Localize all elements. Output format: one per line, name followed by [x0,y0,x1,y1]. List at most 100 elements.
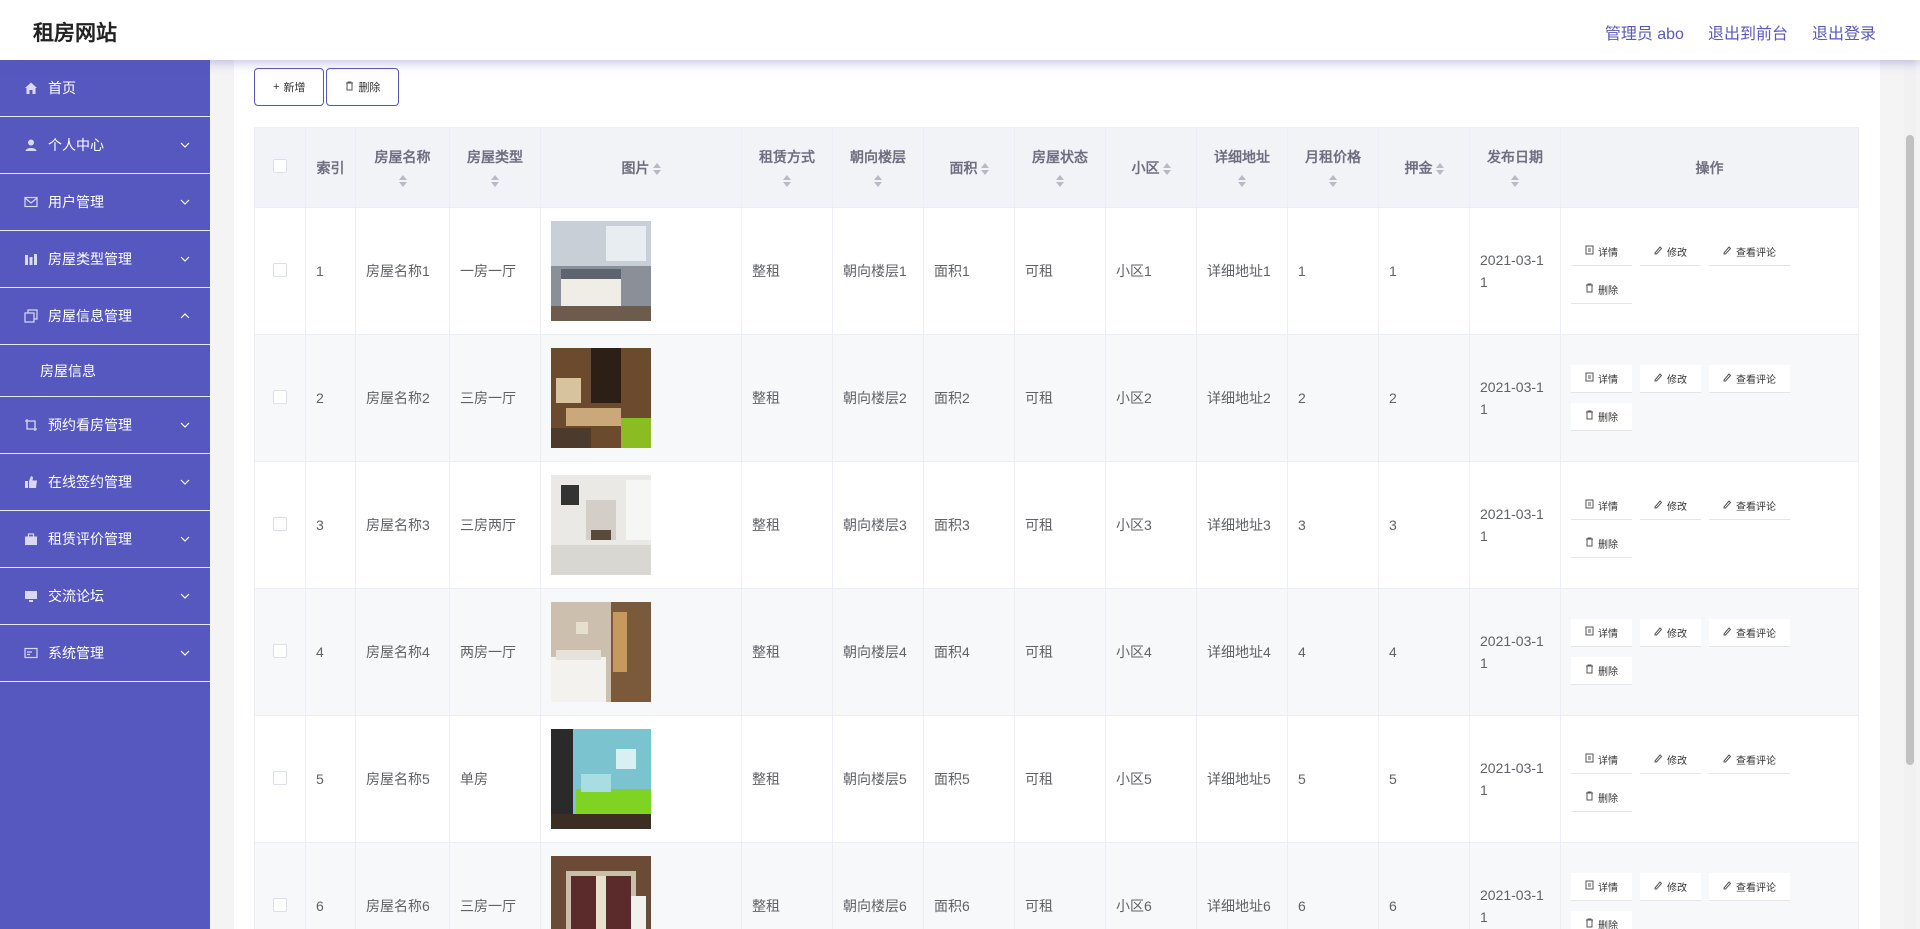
view-reviews-button[interactable]: 查看评论 [1709,619,1790,647]
add-button[interactable]: + 新增 [254,68,325,106]
sort-icon[interactable] [652,161,661,177]
edit-button[interactable]: 修改 [1640,492,1701,520]
row-checkbox[interactable] [273,389,287,404]
view-reviews-button[interactable]: 查看评论 [1709,365,1790,393]
sort-icon[interactable] [1435,161,1444,177]
sidebar-item-rental-reviews[interactable]: 租赁评价管理 [0,511,210,568]
house-photo[interactable] [551,856,731,929]
row-delete-button[interactable]: 删除 [1571,403,1632,431]
table-row[interactable]: 4 房屋名称4 两房一厅 整租 朝向楼层4 面积4 可租 小区4 详细地址4 4 4 2021-03-… [254,588,1859,716]
sort-icon[interactable] [398,173,407,189]
cell-price: 2 [1287,334,1379,462]
sort-icon[interactable] [1162,161,1171,177]
row-delete-button[interactable]: 删除 [1571,911,1632,929]
col-header-rent-mode[interactable]: 租赁方式 [741,127,833,208]
detail-icon [1585,753,1594,766]
table-row[interactable]: 5 房屋名称5 单房 整租 朝向楼层5 面积5 可租 小区5 详细地址5 5 5 2021-03-1 1… [254,715,1859,843]
sidebar-item-online-contract[interactable]: 在线签约管理 [0,454,210,511]
view-reviews-button[interactable]: 查看评论 [1709,492,1790,520]
sort-icon[interactable] [874,173,882,189]
cell-area: 面积2 [923,334,1015,462]
edit-button[interactable]: 修改 [1640,619,1701,647]
plus-icon: + [273,81,280,93]
sidebar-item-home[interactable]: 首页 [0,60,210,117]
row-delete-button[interactable]: 删除 [1571,784,1632,812]
row-checkbox[interactable] [273,643,287,658]
row-checkbox[interactable] [273,516,287,531]
sidebar-item-users[interactable]: 用户管理 [0,174,210,231]
house-photo[interactable] [551,475,731,575]
detail-icon [1585,245,1594,258]
home-icon [22,81,40,95]
page-scrollbar[interactable] [1904,60,1916,929]
cell-rent-mode: 整租 [741,461,833,589]
edit-button[interactable]: 修改 [1640,238,1701,266]
card-icon [22,647,40,659]
logout-link[interactable]: 退出登录 [1812,20,1876,44]
edit-icon [1723,372,1732,385]
row-delete-button[interactable]: 删除 [1571,657,1632,685]
edit-button[interactable]: 修改 [1640,873,1701,901]
house-photo[interactable] [551,602,731,702]
sidebar-item-house-types[interactable]: 房屋类型管理 [0,231,210,288]
col-header-price[interactable]: 月租价格 [1287,127,1379,208]
cell-image [540,842,742,929]
sidebar-item-personal[interactable]: 个人中心 [0,117,210,174]
sort-icon[interactable] [980,161,989,177]
delete-button[interactable]: 删除 [326,68,400,106]
table-row[interactable]: 6 房屋名称6 三房一厅 整租 朝向楼层6 面积6 可租 小区6 详细地址6 6 6 2021-03-… [254,842,1859,929]
house-photo[interactable] [551,729,731,829]
house-photo[interactable] [551,348,731,448]
sidebar-item-viewing-appointments[interactable]: 预约看房管理 [0,397,210,454]
detail-button[interactable]: 详情 [1571,873,1632,901]
row-checkbox[interactable] [273,770,287,785]
col-header-image[interactable]: 图片 [540,127,742,208]
scrollbar-thumb[interactable] [1906,135,1914,765]
view-reviews-button[interactable]: 查看评论 [1709,746,1790,774]
detail-button[interactable]: 详情 [1571,365,1632,393]
table-row[interactable]: 3 房屋名称3 三房两厅 整租 朝向楼层3 面积3 可租 小区3 详细地址3 3 3 2021-03-… [254,461,1859,589]
table-row[interactable]: 1 房屋名称1 一房一厅 整租 朝向楼层1 面积1 可租 小区1 详细地址1 1 1 2021-03-… [254,207,1859,335]
detail-button[interactable]: 详情 [1571,619,1632,647]
col-header-status[interactable]: 房屋状态 [1014,127,1106,208]
row-delete-button[interactable]: 删除 [1571,276,1632,304]
sort-icon[interactable] [1329,173,1337,189]
add-button-label: 新增 [283,82,306,94]
table-row[interactable]: 2 房屋名称2 三房一厅 整租 朝向楼层2 面积2 可租 小区2 详细地址2 2 2 2021-03-… [254,334,1859,462]
col-header-area[interactable]: 面积 [923,127,1015,208]
view-reviews-button[interactable]: 查看评论 [1709,238,1790,266]
exit-to-front-link[interactable]: 退出到前台 [1708,20,1788,44]
col-header-address[interactable]: 详细地址 [1196,127,1288,208]
sort-icon[interactable] [491,173,499,189]
detail-button[interactable]: 详情 [1571,238,1632,266]
col-header-name[interactable]: 房屋名称 [355,127,450,208]
sidebar-item-forum[interactable]: 交流论坛 [0,568,210,625]
sidebar-item-house-info[interactable]: 房屋信息管理 [0,288,210,345]
col-header-label: 房屋名称 [374,148,431,165]
house-photo[interactable] [551,221,731,321]
view-reviews-button[interactable]: 查看评论 [1709,873,1790,901]
view-reviews-label: 查看评论 [1736,629,1776,640]
row-checkbox[interactable] [273,897,287,912]
sort-icon[interactable] [783,173,791,189]
detail-button[interactable]: 详情 [1571,746,1632,774]
row-delete-button[interactable]: 删除 [1571,530,1632,558]
col-header-date[interactable]: 发布日期 [1469,127,1561,208]
edit-button[interactable]: 修改 [1640,365,1701,393]
sort-icon[interactable] [1238,173,1246,189]
sort-icon[interactable] [1056,173,1064,189]
col-header-type[interactable]: 房屋类型 [449,127,541,208]
col-header-floor[interactable]: 朝向楼层 [832,127,924,208]
sidebar-item-system[interactable]: 系统管理 [0,625,210,682]
sort-icon[interactable] [1511,173,1519,189]
select-all-checkbox[interactable] [273,159,287,173]
edit-icon [1654,753,1663,766]
cell-index: 2 [305,334,356,462]
edit-button[interactable]: 修改 [1640,746,1701,774]
col-header-community[interactable]: 小区 [1105,127,1197,208]
col-header-deposit[interactable]: 押金 [1378,127,1470,208]
admin-name-link[interactable]: 管理员 abo [1605,20,1684,44]
detail-button[interactable]: 详情 [1571,492,1632,520]
row-checkbox[interactable] [273,262,287,277]
sidebar-subitem-house-info[interactable]: 房屋信息 [0,345,210,397]
